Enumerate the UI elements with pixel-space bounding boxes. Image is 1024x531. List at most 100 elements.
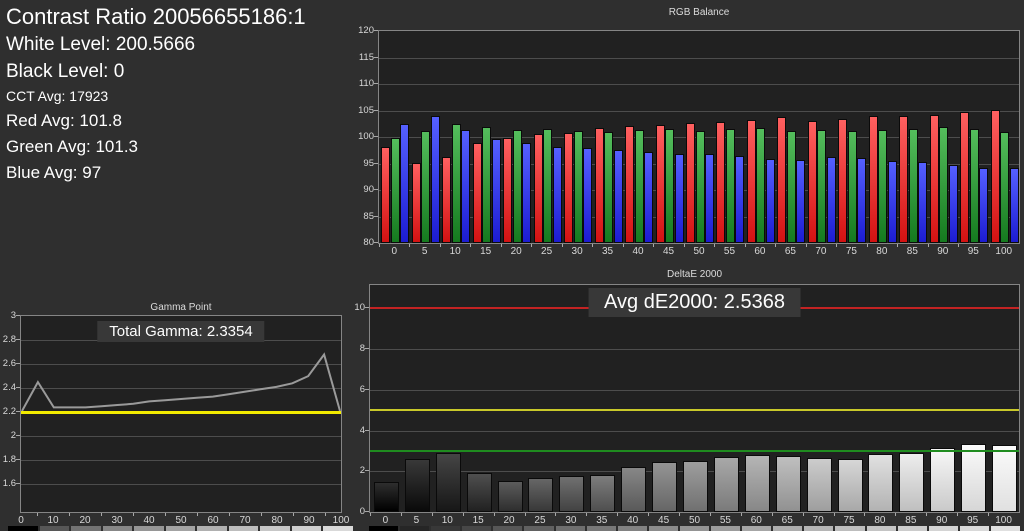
gray-swatch [8,526,38,531]
y-axis-tick-label: 80 [363,237,374,248]
rgb-balance-title: RGB Balance [668,7,730,18]
rgb-bar-green [878,130,887,243]
gray-swatch [617,526,647,531]
y-axis-tick-label: 95 [363,157,374,169]
gray-swatch [804,526,834,531]
rgb-bar-green [970,128,979,243]
gray-swatch [711,526,741,531]
x-axis-tick-label: 55 [723,246,736,257]
x-axis-tick-label: 90 [937,246,949,257]
x-axis-tick [37,513,38,516]
x-axis-tick [897,244,899,247]
deltae-bar [683,461,708,512]
y-axis-tick-label: 110 [358,78,374,89]
x-axis-tick [439,244,441,247]
rgb-bar-blue [979,167,988,243]
rgb-bar-green [696,130,705,243]
x-axis-tick [229,513,230,516]
gray-swatch [742,526,772,531]
gray-swatch [866,526,896,531]
x-axis-tick-label: 85 [906,246,918,257]
y-axis-tick [374,109,378,111]
x-axis-tick [500,244,502,247]
rgb-bar-red [991,109,1000,243]
x-axis-tick-label: 10 [441,515,453,526]
rgb-bar-green [817,130,826,243]
grid-line [370,430,1019,432]
grid-line [379,110,1019,112]
y-axis-tick [16,315,20,316]
x-axis-tick-label: 60 [207,515,219,526]
grid-line [379,57,1019,59]
x-axis-tick [836,244,838,247]
x-axis-tick-label: 45 [662,246,675,257]
y-axis-tick [365,470,369,472]
rgb-bar-blue [614,150,623,243]
rgb-bar-blue [888,161,897,243]
x-axis-tick [261,513,262,516]
x-axis-tick-label: 50 [693,246,705,257]
deltae-bar [436,452,461,512]
rgb-bar-green [604,132,613,243]
deltae-bar [745,454,770,512]
x-axis-tick-label: 75 [845,246,857,257]
x-axis-tick-label: 70 [239,515,251,526]
gray-swatch [102,526,133,531]
rgb-bar-red [686,123,695,243]
rgb-bar-blue [461,130,470,243]
y-axis-tick [16,411,20,413]
x-axis-tick [617,513,619,516]
deltae-bar [807,458,832,512]
x-axis-tick [864,513,866,516]
y-axis-tick-label: 3 [10,310,16,321]
rgb-bar-green [756,127,765,243]
gray-swatch [959,526,989,531]
x-axis-tick [493,513,495,516]
x-axis-tick [379,244,380,247]
x-axis-tick-label: 30 [565,515,577,526]
total-gamma-label: Total Gamma: 2.3354 [97,321,265,342]
contrast-ratio-text: Contrast Ratio 20056655186:1 [6,4,306,29]
rgb-bar-green [574,130,583,243]
x-axis-tick-label: 75 [843,515,855,526]
rgb-bar-red [777,117,786,243]
x-axis-tick-label: 45 [658,515,670,526]
gray-swatch [524,526,554,531]
y-axis-tick [374,136,378,137]
x-axis-tick [957,513,959,516]
x-axis-tick-label: 30 [571,246,583,257]
x-axis-tick-label: 35 [596,515,608,526]
y-axis-tick-label: 120 [358,25,374,36]
rgb-bar-red [899,116,908,243]
x-axis-tick-label: 10 [449,246,461,257]
x-axis-tick-label: 60 [754,246,766,257]
x-axis-tick-label: 5 [413,515,420,526]
x-axis-tick [895,513,897,516]
info-panel: Contrast Ratio 20056655186:1 White Level… [6,3,306,186]
y-axis-tick-label: 105 [358,104,374,116]
y-axis-tick-label: 115 [358,51,374,63]
x-axis-tick-label: 80 [271,515,283,526]
gray-swatch [897,526,927,531]
rgb-bar-blue [553,147,562,243]
y-axis-tick [365,388,369,390]
reference-line [370,449,1019,452]
x-axis-tick-label: 100 [332,515,350,526]
x-axis-tick-label: 60 [750,515,762,526]
x-axis-tick [555,513,557,516]
x-axis-tick [679,513,681,516]
y-axis-tick-label: 10 [354,302,365,314]
gray-swatch [679,526,710,531]
gray-swatch [586,526,616,531]
rgb-bar-blue [1010,167,1019,243]
y-axis-tick [16,459,20,461]
gray-swatch [990,526,1020,531]
rgb-bar-red [564,132,573,243]
y-axis-tick-label: 1.6 [2,478,16,490]
x-axis-tick-label: 40 [143,515,155,526]
rgb-bar-red [838,118,847,243]
rgb-bar-red [716,122,725,243]
x-axis-tick [531,244,533,247]
y-axis-tick [16,387,20,389]
x-axis-tick-label: 5 [421,246,428,257]
